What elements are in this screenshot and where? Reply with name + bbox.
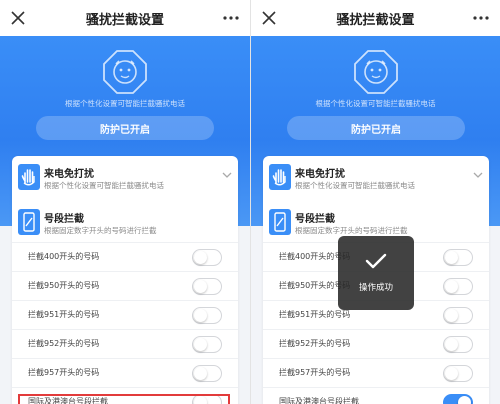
toggle-switch[interactable] [192, 307, 222, 324]
row-label: 拦截400开头的号码 [28, 252, 100, 261]
hand-stop-icon [269, 164, 291, 190]
toggle-switch[interactable] [443, 336, 473, 353]
screen-right: 骚扰拦截设置 根据个性化设置可智能拦截骚扰电话 防护已开启 来电免打扰 根据个性… [250, 0, 500, 404]
section-prefix-desc: 根据固定数字开头的号码进行拦截 [295, 226, 408, 235]
page-title: 骚扰拦截设置 [336, 12, 415, 28]
toast-text: 操作成功 [358, 283, 393, 293]
hero-subtitle: 根据个性化设置可智能拦截骚扰电话 [315, 99, 436, 108]
check-icon [365, 253, 387, 269]
row-label: 拦截951开头的号码 [279, 310, 351, 319]
toggle-switch[interactable] [443, 365, 473, 382]
toggle-switch[interactable] [443, 307, 473, 324]
page-title: 骚扰拦截设置 [85, 12, 164, 28]
close-icon[interactable] [259, 8, 279, 28]
section-call-title: 来电免打扰 [295, 169, 345, 180]
hero-subtitle: 根据个性化设置可智能拦截骚扰电话 [65, 99, 185, 108]
more-dots-icon[interactable] [222, 10, 240, 26]
list-item: 拦截950开头的号码 [12, 271, 238, 300]
section-call-dnd[interactable]: 来电免打扰 根据个性化设置可智能拦截骚扰电话 [263, 156, 489, 204]
settings-card: 来电免打扰 根据个性化设置可智能拦截骚扰电话 号段拦截 根据固定数字开头的号码进… [12, 156, 238, 404]
toggle-switch[interactable] [443, 394, 473, 404]
chevron-down-icon[interactable] [473, 171, 483, 179]
toggle-switch[interactable] [443, 249, 473, 266]
section-call-desc: 根据个性化设置可智能拦截骚扰电话 [295, 181, 415, 190]
section-call-title: 来电免打扰 [44, 169, 94, 180]
nav-bar: 骚扰拦截设置 [0, 0, 250, 36]
list-item: 拦截952开头的号码 [263, 329, 489, 358]
section-call-desc: 根据个性化设置可智能拦截骚扰电话 [44, 181, 164, 190]
row-label: 国际及港澳台号段拦截 [279, 397, 359, 404]
chevron-down-icon[interactable] [222, 171, 232, 179]
list-item: 拦截400开头的号码 [12, 242, 238, 271]
phone-icon [18, 209, 40, 235]
section-prefix-title: 号段拦截 [295, 214, 335, 225]
prefix-list: 拦截400开头的号码 拦截950开头的号码 拦截951开头的号码 拦截952开头… [12, 242, 238, 404]
octagon-shield-face-icon [353, 50, 398, 94]
row-label: 拦截951开头的号码 [28, 310, 100, 319]
success-toast: 操作成功 [338, 236, 414, 310]
row-label: 拦截950开头的号码 [28, 281, 100, 290]
octagon-shield-face-icon [103, 50, 147, 94]
row-label: 拦截952开头的号码 [279, 339, 351, 348]
hand-stop-icon [18, 164, 40, 190]
screen-left: 骚扰拦截设置 根据个性化设置可智能拦截骚扰电话 防护已开启 来电免打扰 根据个性… [0, 0, 250, 404]
toggle-switch[interactable] [192, 365, 222, 382]
protection-status-button[interactable]: 防护已开启 [287, 116, 465, 140]
row-label: 拦截952开头的号码 [28, 339, 100, 348]
close-icon[interactable] [8, 8, 28, 28]
list-item: 拦截951开头的号码 [12, 300, 238, 329]
list-item: 拦截957开头的号码 [263, 358, 489, 387]
row-label: 拦截957开头的号码 [279, 368, 351, 377]
section-prefix-title: 号段拦截 [44, 214, 84, 225]
more-dots-icon[interactable] [472, 10, 490, 26]
toggle-switch[interactable] [443, 278, 473, 295]
protection-status-button[interactable]: 防护已开启 [36, 116, 214, 140]
section-call-dnd[interactable]: 来电免打扰 根据个性化设置可智能拦截骚扰电话 [12, 156, 238, 204]
row-label: 拦截957开头的号码 [28, 368, 100, 377]
highlight-box [18, 394, 230, 404]
list-item: 国际及港澳台号段拦截 [263, 387, 489, 404]
toggle-switch[interactable] [192, 249, 222, 266]
toggle-switch[interactable] [192, 278, 222, 295]
list-item: 拦截952开头的号码 [12, 329, 238, 358]
section-prefix-desc: 根据固定数字开头的号码进行拦截 [44, 226, 157, 235]
phone-icon [269, 209, 291, 235]
toggle-switch[interactable] [192, 336, 222, 353]
list-item: 拦截957开头的号码 [12, 358, 238, 387]
nav-bar: 骚扰拦截设置 [251, 0, 500, 36]
